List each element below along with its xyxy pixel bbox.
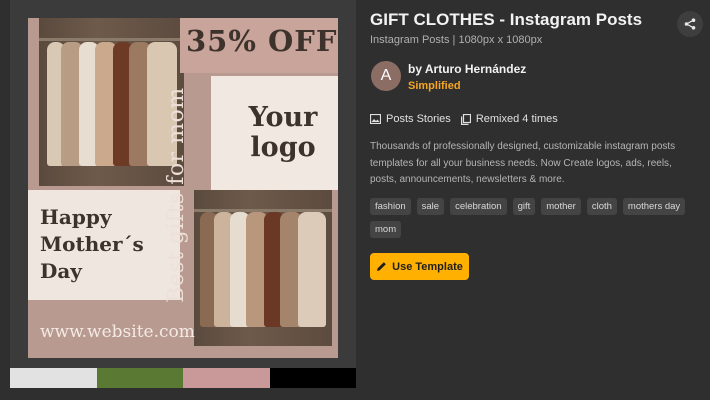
palette-swatch[interactable] — [96, 368, 183, 388]
tag[interactable]: gift — [512, 198, 536, 215]
share-icon — [684, 18, 696, 30]
tag[interactable]: celebration — [450, 198, 507, 215]
color-palette — [10, 368, 356, 388]
palette-swatch[interactable] — [269, 368, 356, 388]
pencil-icon — [377, 262, 386, 271]
tag[interactable]: fashion — [370, 198, 411, 215]
logo-line-2: logo — [250, 132, 316, 163]
avatar[interactable]: A — [371, 61, 401, 91]
brand-name[interactable]: Simplified — [408, 80, 461, 92]
greeting-line-2: Mother´s — [40, 232, 144, 256]
greeting-text: Happy Mother´s Day — [40, 204, 178, 285]
clothes-photo — [39, 18, 184, 186]
greeting-line-3: Day — [40, 259, 82, 283]
author-name[interactable]: by Arturo Hernández — [408, 62, 526, 76]
category-item: Posts Stories — [370, 113, 451, 125]
tag-list: fashion sale celebration gift mother clo… — [370, 198, 705, 244]
clothes-photo-2 — [194, 190, 332, 346]
tag[interactable]: mom — [370, 221, 402, 238]
image-icon — [370, 114, 381, 124]
logo-placeholder: Your logo — [233, 103, 333, 163]
poster-image: 35% OFF Your logo Happy Mother´s Day Bes… — [28, 18, 338, 358]
palette-swatch[interactable] — [10, 368, 97, 388]
palette-swatch[interactable] — [183, 368, 270, 388]
remix-item: Remixed 4 times — [460, 113, 558, 125]
copy-icon — [460, 113, 471, 125]
greeting-line-1: Happy — [40, 205, 112, 229]
remix-count: Remixed 4 times — [475, 113, 558, 125]
tag[interactable]: mothers day — [622, 198, 686, 215]
template-meta: Posts Stories Remixed 4 times — [370, 113, 568, 125]
website-text: www.website.com — [40, 322, 195, 342]
tag[interactable]: cloth — [586, 198, 617, 215]
tag[interactable]: mother — [541, 198, 581, 215]
template-title: GIFT CLOTHES - Instagram Posts — [370, 10, 643, 29]
use-template-button[interactable]: Use Template — [370, 253, 469, 280]
tag[interactable]: sale — [416, 198, 445, 215]
vertical-tagline: Best gifts for mom — [164, 87, 189, 303]
template-description: Thousands of professionally designed, cu… — [370, 141, 676, 185]
use-template-label: Use Template — [392, 260, 463, 273]
logo-line-1: Your — [248, 102, 318, 133]
template-preview[interactable]: 35% OFF Your logo Happy Mother´s Day Bes… — [10, 0, 356, 368]
sale-text: 35% OFF — [186, 24, 338, 58]
template-subtitle: Instagram Posts | 1080px x 1080px — [370, 34, 543, 46]
category-label: Posts Stories — [386, 113, 451, 125]
share-button[interactable] — [677, 11, 703, 37]
